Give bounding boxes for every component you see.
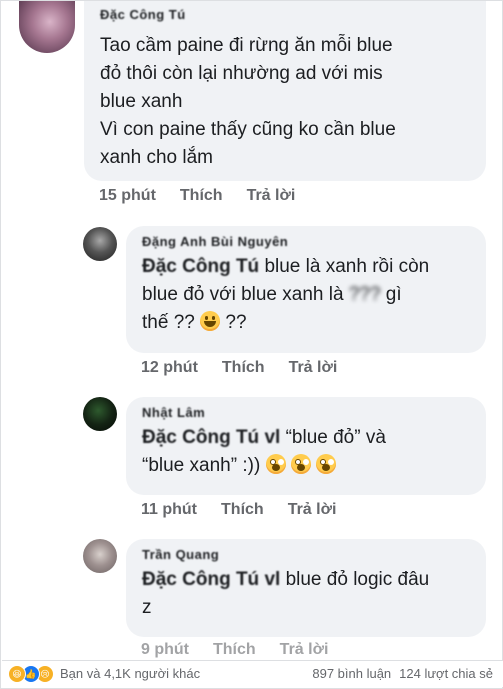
comment-line: Đặc Công Tú vl blue đỏ logic đâu	[142, 566, 470, 594]
avatar[interactable]	[83, 539, 117, 573]
reactions-bar: 😆 👍 😢 Bạn và 4,1K người khác 897 bình lu…	[2, 660, 503, 687]
comment-time[interactable]: 15 phút	[99, 187, 156, 204]
comment-actions: 11 phút Thích Trả lời	[141, 501, 360, 519]
comment-text: Đặc Công Tú vl blue đỏ logic đâu z	[142, 566, 470, 622]
comment-bubble: Trần Quang Đặc Công Tú vl blue đỏ logic …	[126, 539, 486, 637]
comment-time[interactable]: 12 phút	[141, 359, 198, 376]
screaming-emoji-icon	[290, 454, 311, 474]
censored-word: ???	[348, 284, 381, 305]
comment-fragment: ??	[220, 312, 247, 333]
comment-line: Tao cầm paine đi rừng ăn mỗi blue	[100, 35, 393, 56]
comment-line: blue đỏ với blue xanh là ??? gì	[142, 281, 470, 309]
comment-fragment: blue đỏ logic đâu	[280, 569, 430, 590]
avatar[interactable]	[19, 1, 75, 53]
comment-line: đỏ thôi còn lại nhường ad với mis	[100, 63, 383, 84]
comment-fragment: thế ??	[142, 312, 201, 333]
comment-fragment: z	[142, 597, 152, 618]
comment-fragment: blue là xanh rồi còn	[259, 256, 430, 277]
like-button[interactable]: Thích	[222, 359, 265, 376]
mention-link[interactable]: Đặc Công Tú vl	[142, 427, 280, 448]
comment-actions: 12 phút Thích Trả lời	[141, 359, 361, 377]
like-button[interactable]: Thích	[221, 501, 264, 518]
comment-fragment: “blue xanh” :))	[142, 455, 266, 476]
comment-line: “blue xanh” :))	[142, 452, 470, 480]
reply-button[interactable]: Trả lời	[288, 501, 337, 518]
comment-fragment: “blue đỏ” và	[280, 427, 386, 448]
comment-line: Đặc Công Tú blue là xanh rồi còn	[142, 253, 470, 281]
commenter-name[interactable]: Đặng Anh Bùi Nguyên	[142, 234, 470, 249]
like-button[interactable]: Thích	[180, 187, 223, 204]
comment-line: Đặc Công Tú vl “blue đỏ” và	[142, 424, 470, 452]
screaming-emoji-icon	[316, 454, 337, 474]
commenter-name[interactable]: Trần Quang	[142, 547, 470, 562]
mention-link[interactable]: Đặc Công Tú vl	[142, 569, 280, 590]
commenter-name[interactable]: Đặc Công Tú	[100, 7, 470, 22]
comment-line: Vì con paine thấy cũng ko cần blue	[100, 119, 396, 140]
share-count[interactable]: 124 lượt chia sẻ	[399, 666, 493, 681]
comment-fragment: gì	[380, 284, 402, 305]
comment-line: xanh cho lắm	[100, 147, 214, 168]
comment-count[interactable]: 897 bình luận	[312, 666, 391, 681]
avatar[interactable]	[83, 397, 117, 431]
comment-line: z	[142, 594, 470, 622]
haha-react-icon: 😆	[8, 665, 26, 683]
reply-button[interactable]: Trả lời	[289, 359, 338, 376]
mention-link[interactable]: Đặc Công Tú	[142, 256, 259, 277]
comment-fragment: blue đỏ với blue xanh là	[142, 284, 349, 305]
comment-actions: 15 phút Thích Trả lời	[99, 187, 319, 205]
reply-button[interactable]: Trả lời	[280, 641, 329, 658]
comment-bubble: Nhật Lâm Đặc Công Tú vl “blue đỏ” và “bl…	[126, 397, 486, 495]
comment-bubble: Đặc Công Tú Tao cầm paine đi rừng ăn mỗi…	[84, 1, 486, 181]
comment-actions: 9 phút Thích Trả lời	[141, 641, 352, 659]
comment-thread: Đặc Công Tú Tao cầm paine đi rừng ăn mỗi…	[0, 0, 503, 689]
comment-time[interactable]: 11 phút	[141, 501, 197, 518]
reactors-summary[interactable]: Bạn và 4,1K người khác	[60, 666, 200, 681]
avatar[interactable]	[83, 227, 117, 261]
comment-text: Đặc Công Tú blue là xanh rồi còn blue đỏ…	[142, 253, 470, 337]
comment-text: Tao cầm paine đi rừng ăn mỗi blue đỏ thô…	[100, 32, 470, 172]
screaming-emoji-icon	[265, 454, 286, 474]
reply-button[interactable]: Trả lời	[247, 187, 296, 204]
like-button[interactable]: Thích	[213, 641, 256, 658]
comment-time[interactable]: 9 phút	[141, 641, 189, 658]
comment-line: blue xanh	[100, 91, 183, 112]
comment-line: thế ?? ??	[142, 309, 470, 337]
commenter-name[interactable]: Nhật Lâm	[142, 405, 470, 420]
comment-text: Đặc Công Tú vl “blue đỏ” và “blue xanh” …	[142, 424, 470, 480]
engagement-counts: 897 bình luận 124 lượt chia sẻ	[312, 666, 493, 681]
grinning-emoji-icon	[200, 311, 221, 331]
comment-bubble: Đặng Anh Bùi Nguyên Đặc Công Tú blue là …	[126, 226, 486, 353]
